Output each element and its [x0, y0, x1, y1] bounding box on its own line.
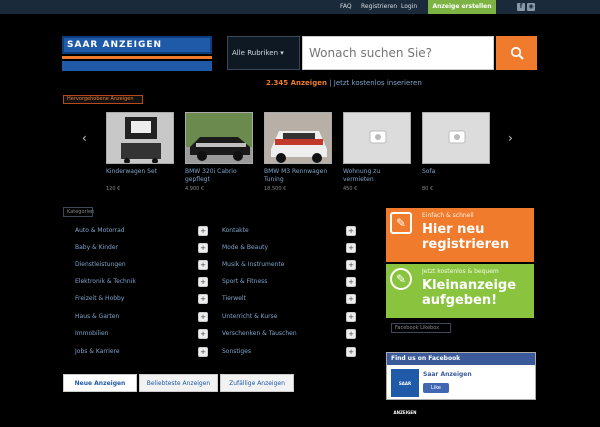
categories-label: Kategorien	[63, 207, 94, 217]
category-link[interactable]: Sport & Fitness	[222, 276, 267, 288]
featured-title[interactable]: Kinderwagen Set	[106, 168, 174, 184]
category-select[interactable]: Alle Rubriken ▾	[227, 36, 300, 70]
featured-title[interactable]: Sofa	[422, 168, 490, 184]
top-bar: FAQ Registrieren Login Anzeige erstellen…	[0, 0, 600, 14]
faq-link[interactable]: FAQ	[340, 3, 352, 10]
ad-count-line: 2.345 Anzeigen | Jetzt kostenlos inserie…	[266, 79, 422, 87]
category-link[interactable]: Baby & Kinder	[75, 242, 118, 254]
category-link[interactable]: Dienstleistungen	[75, 259, 126, 271]
facebook-likebox: Find us on Facebook SAAR ANZEIGEN Saar A…	[386, 352, 536, 415]
facebook-likebox-label: Facebook Likebox	[391, 323, 451, 333]
featured-title[interactable]: Wohnung zu vermieten	[343, 168, 411, 184]
featured-image	[264, 112, 332, 164]
expand-plus-icon[interactable]: +	[198, 277, 208, 287]
expand-plus-icon[interactable]: +	[346, 347, 356, 357]
featured-price: 4.900 €	[185, 186, 205, 192]
placeholder-image-icon	[422, 112, 490, 164]
category-link[interactable]: Auto & Motorrad	[75, 225, 125, 237]
category-link[interactable]: Tierwelt	[222, 293, 246, 305]
ad-count-suffix[interactable]: | Jetzt kostenlos inserieren	[327, 79, 422, 87]
expand-plus-icon[interactable]: +	[346, 226, 356, 236]
ad-count: 2.345 Anzeigen	[266, 79, 327, 87]
expand-plus-icon[interactable]: +	[198, 294, 208, 304]
facebook-page-name[interactable]: Saar Anzeigen	[423, 371, 472, 378]
category-link[interactable]: Freizeit & Hobby	[75, 293, 124, 305]
facebook-likebox-header: Find us on Facebook	[387, 353, 535, 365]
category-link[interactable]: Musik & Instrumente	[222, 259, 284, 271]
expand-plus-icon[interactable]: +	[346, 243, 356, 253]
category-link[interactable]: Sonstiges	[222, 346, 251, 358]
expand-plus-icon[interactable]: +	[198, 260, 208, 270]
expand-plus-icon[interactable]: +	[346, 277, 356, 287]
featured-card[interactable]: BMW 320i Cabrio gepflegt 4.900 €	[185, 112, 253, 192]
tab-popular-ads[interactable]: Beliebteste Anzeigen	[139, 374, 218, 392]
facebook-like-button[interactable]: Like	[423, 383, 449, 393]
login-link[interactable]: Login	[401, 3, 417, 10]
facebook-icon[interactable]: f	[517, 3, 525, 11]
featured-price: 18.500 €	[264, 186, 287, 192]
next-arrow-icon[interactable]: ›	[508, 131, 513, 145]
prev-arrow-icon[interactable]: ‹	[82, 131, 87, 145]
search-input[interactable]	[302, 36, 494, 70]
logo-subbar	[62, 61, 212, 71]
placeholder-image-icon	[343, 112, 411, 164]
logo-stripe	[62, 56, 212, 59]
expand-plus-icon[interactable]: +	[198, 312, 208, 322]
expand-plus-icon[interactable]: +	[346, 329, 356, 339]
register-promo-small: Einfach & schnell	[422, 212, 474, 219]
category-link[interactable]: Jobs & Karriere	[75, 346, 120, 358]
expand-plus-icon[interactable]: +	[198, 226, 208, 236]
post-ad-promo-small: Jetzt kostenlos & bequem	[422, 268, 499, 275]
featured-price: 120 €	[106, 186, 121, 192]
expand-plus-icon[interactable]: +	[198, 329, 208, 339]
featured-title[interactable]: BMW 320i Cabrio gepflegt	[185, 168, 253, 184]
listing-tabs: Neue Anzeigen Beliebteste Anzeigen Zufäl…	[63, 374, 373, 392]
featured-card[interactable]: BMW M3 Rennwagen Tuning 18.500 €	[264, 112, 332, 192]
featured-image	[185, 112, 253, 164]
expand-plus-icon[interactable]: +	[198, 243, 208, 253]
featured-card[interactable]: Sofa 80 €	[422, 112, 490, 192]
logo-word: SAAR ANZEIGEN	[67, 40, 163, 50]
featured-image	[106, 112, 174, 164]
site-logo[interactable]: SAAR ANZEIGEN	[62, 36, 212, 74]
category-link[interactable]: Unterricht & Kurse	[222, 311, 277, 323]
category-link[interactable]: Kontakte	[222, 225, 249, 237]
pencil-icon: ✎	[390, 212, 412, 234]
expand-plus-icon[interactable]: +	[346, 294, 356, 304]
featured-card[interactable]: Wohnung zu vermieten 450 €	[343, 112, 411, 192]
register-promo-text: Hier neu registrieren	[422, 222, 510, 252]
category-link[interactable]: Verschenken & Tauschen	[222, 328, 297, 340]
chevron-down-icon: ▾	[280, 49, 284, 57]
page-logo[interactable]: SAAR ANZEIGEN	[391, 369, 419, 415]
tab-random-ads[interactable]: Zufällige Anzeigen	[220, 374, 294, 392]
page-logo-text: SAAR ANZEIGEN	[393, 381, 417, 415]
logo-text: SAAR ANZEIGEN	[62, 36, 212, 54]
search-bar: Alle Rubriken ▾	[227, 36, 537, 70]
search-button[interactable]	[496, 36, 537, 70]
rss-icon[interactable]: ◉	[527, 3, 535, 11]
register-link[interactable]: Registrieren	[361, 3, 397, 10]
category-link[interactable]: Elektronik & Technik	[75, 276, 136, 288]
expand-plus-icon[interactable]: +	[198, 347, 208, 357]
tab-new-ads[interactable]: Neue Anzeigen	[63, 374, 137, 392]
featured-title[interactable]: BMW M3 Rennwagen Tuning	[264, 168, 332, 184]
category-link[interactable]: Immobilien	[75, 328, 108, 340]
featured-price: 450 €	[343, 186, 358, 192]
category-link[interactable]: Mode & Beauty	[222, 242, 268, 254]
create-ad-button[interactable]: Anzeige erstellen	[428, 0, 496, 14]
featured-price: 80 €	[422, 186, 434, 192]
expand-plus-icon[interactable]: +	[346, 260, 356, 270]
register-promo-banner[interactable]: ✎ Einfach & schnell Hier neu registriere…	[386, 208, 534, 262]
category-link[interactable]: Haus & Garten	[75, 311, 119, 323]
expand-plus-icon[interactable]: +	[346, 312, 356, 322]
search-icon	[510, 46, 524, 60]
category-select-value: Alle Rubriken	[232, 49, 279, 57]
featured-label: Hervorgehobene Anzeigen	[63, 95, 143, 104]
post-ad-promo-text: Kleinanzeige aufgeben!	[422, 278, 517, 308]
edit-circle-icon: ✎	[390, 268, 412, 290]
featured-card[interactable]: Kinderwagen Set 120 €	[106, 112, 174, 192]
post-ad-promo-banner[interactable]: ✎ Jetzt kostenlos & bequem Kleinanzeige …	[386, 264, 534, 318]
